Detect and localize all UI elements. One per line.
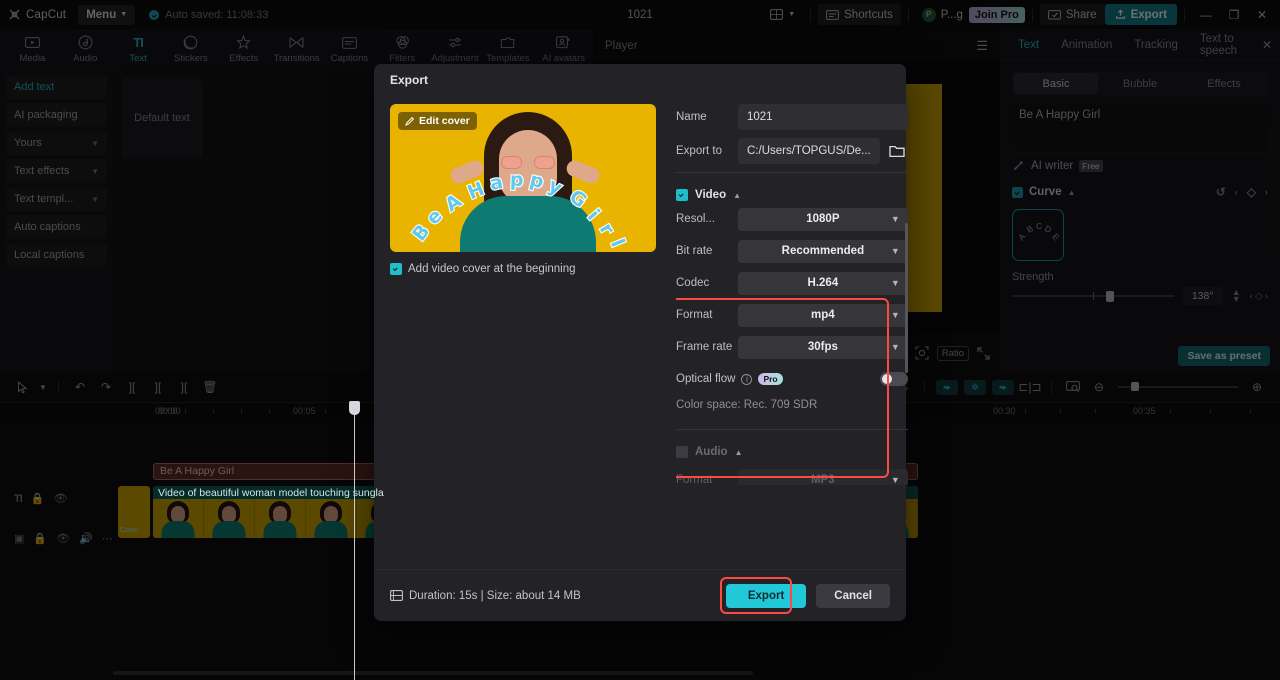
arc-letter: p (526, 168, 547, 195)
arc-letter: l (605, 235, 630, 251)
export-to-input[interactable]: C:/Users/TOPGUS/De... (738, 138, 880, 164)
chevron-down-icon: ▼ (890, 342, 900, 352)
arc-letter: p (509, 168, 526, 193)
chevron-down-icon: ▼ (890, 310, 900, 320)
cover-arc-text: B e A H a p p y G i r l (390, 164, 656, 252)
info-icon[interactable]: i (741, 373, 753, 385)
audio-format-select[interactable]: MP3 ▼ (738, 468, 908, 485)
edit-cover-button[interactable]: Edit cover (398, 112, 477, 130)
export-to-field-row: Export to C:/Users/TOPGUS/De... (676, 138, 908, 164)
resolution-label: Resol... (676, 213, 715, 225)
audio-checkbox[interactable] (676, 446, 688, 458)
export-dialog: Export B e A H a p p y G i r l Edit cove… (374, 64, 908, 621)
chevron-down-icon: ▼ (890, 475, 900, 485)
arc-letter: H (463, 177, 488, 206)
export-dialog-body: B e A H a p p y G i r l Edit cover Add v… (374, 96, 908, 569)
resolution-value: 1080P (806, 213, 840, 225)
settings-scrollbar[interactable] (904, 223, 908, 373)
export-settings-scroll[interactable]: Video ▲ Resol... 1080P ▼ Bit rate Recomm… (676, 177, 908, 485)
bitrate-row: Bit rate Recommended ▼ (676, 239, 908, 263)
format-value: mp4 (811, 309, 835, 321)
optical-flow-row: Optical flow i Pro (676, 367, 908, 391)
format-label: Format (676, 309, 713, 321)
bitrate-select[interactable]: Recommended ▼ (738, 239, 908, 263)
chevron-up-icon[interactable]: ▲ (735, 448, 743, 457)
video-checkbox[interactable] (676, 189, 688, 201)
arc-letter: e (421, 204, 448, 231)
export-settings-column: Name 1021 Export to C:/Users/TOPGUS/De..… (676, 104, 908, 569)
arc-letter: a (487, 170, 506, 196)
format-row: Format mp4 ▼ (676, 303, 908, 327)
arc-letter: G (564, 184, 592, 213)
video-section-label: Video (695, 189, 727, 201)
cancel-button[interactable]: Cancel (816, 583, 890, 608)
name-input[interactable]: 1021 (738, 104, 908, 130)
playhead-handle[interactable] (349, 401, 360, 415)
add-cover-checkbox-row[interactable]: Add video cover at the beginning (390, 263, 656, 275)
toggle-knob (881, 374, 892, 384)
optical-flow-toggle[interactable] (879, 372, 908, 386)
duration-info: Duration: 15s | Size: about 14 MB (390, 589, 581, 602)
bitrate-value: Recommended (781, 245, 865, 257)
edit-cover-label: Edit cover (419, 115, 470, 127)
export-dialog-footer: Duration: 15s | Size: about 14 MB Export… (374, 569, 906, 621)
arc-letter: i (582, 204, 605, 225)
color-space-text: Color space: Rec. 709 SDR (676, 399, 818, 411)
export-dialog-title: Export (390, 73, 429, 87)
audio-format-value: MP3 (811, 474, 835, 485)
bitrate-label: Bit rate (676, 245, 713, 257)
duration-text: Duration: 15s | Size: about 14 MB (409, 589, 581, 602)
resolution-select[interactable]: 1080P ▼ (738, 207, 908, 231)
audio-section-label: Audio (695, 446, 728, 458)
cover-column: B e A H a p p y G i r l Edit cover Add v… (390, 104, 656, 569)
arc-letter: A (440, 189, 467, 218)
audio-format-row: Format MP3 ▼ (676, 468, 908, 485)
codec-label: Codec (676, 277, 710, 289)
codec-select[interactable]: H.264 ▼ (738, 271, 908, 295)
audio-format-label: Format (676, 474, 713, 485)
framerate-label: Frame rate (676, 341, 733, 353)
add-cover-label: Add video cover at the beginning (408, 263, 576, 275)
export-to-label: Export to (676, 145, 723, 157)
add-cover-checkbox[interactable] (390, 263, 402, 275)
chevron-down-icon: ▼ (890, 278, 900, 288)
cover-preview: B e A H a p p y G i r l Edit cover (390, 104, 656, 252)
arc-letter: y (544, 173, 567, 200)
divider (676, 429, 908, 430)
name-field-row: Name 1021 (676, 104, 908, 130)
framerate-value: 30fps (807, 341, 838, 353)
arc-letter: r (594, 218, 620, 239)
resolution-row: Resol... 1080P ▼ (676, 207, 908, 231)
film-icon (390, 589, 403, 602)
divider (676, 172, 908, 173)
arc-letter: B (407, 219, 435, 246)
chevron-down-icon: ▼ (890, 246, 900, 256)
framerate-select[interactable]: 30fps ▼ (738, 335, 908, 359)
framerate-row: Frame rate 30fps ▼ (676, 335, 908, 359)
name-label: Name (676, 111, 707, 123)
clip-label: Video of beautiful woman model touching … (158, 487, 384, 499)
capcut-window: CapCut Menu ▼ Auto saved: 11:08:33 1021 … (0, 0, 1280, 680)
export-confirm-button[interactable]: Export (725, 583, 807, 608)
playhead[interactable] (349, 401, 360, 680)
video-section-header: Video ▲ (676, 183, 908, 207)
audio-section-header: Audio ▲ (676, 440, 908, 464)
codec-value: H.264 (807, 277, 839, 289)
chevron-down-icon: ▼ (890, 214, 900, 224)
pro-badge: Pro (758, 373, 783, 385)
format-select[interactable]: mp4 ▼ (738, 303, 908, 327)
chevron-up-icon[interactable]: ▲ (733, 191, 741, 200)
browse-folder-button[interactable] (886, 140, 908, 162)
footer-actions: Export Cancel (719, 576, 890, 614)
codec-row: Codec H.264 ▼ (676, 271, 908, 295)
optical-flow-label: Optical flow (676, 373, 736, 385)
pencil-icon (405, 116, 415, 126)
